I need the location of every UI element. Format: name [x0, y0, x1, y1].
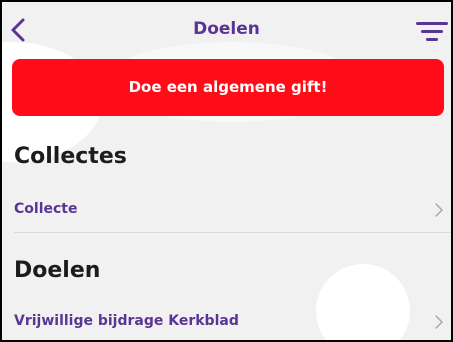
general-gift-button[interactable]: Doe een algemene gift! — [12, 59, 444, 116]
list-item-collecte[interactable]: Collecte — [2, 186, 451, 232]
list-divider — [14, 232, 451, 233]
top-bar: Doelen — [2, 2, 451, 58]
list-item-label: Vrijwillige bijdrage Kerkblad — [14, 313, 239, 329]
chevron-right-icon — [435, 315, 443, 329]
filter-button[interactable] — [415, 20, 449, 44]
chevron-right-icon — [435, 203, 443, 217]
app-screen: Doelen Doe een algemene gift! Collectes … — [2, 2, 451, 340]
filter-icon — [416, 22, 448, 41]
page-title: Doelen — [193, 19, 260, 39]
list-item-label: Collecte — [14, 201, 78, 217]
list-item-kerkblad[interactable]: Vrijwillige bijdrage Kerkblad — [2, 298, 451, 340]
section-heading-collectes: Collectes — [14, 144, 127, 169]
section-heading-doelen: Doelen — [14, 258, 101, 283]
